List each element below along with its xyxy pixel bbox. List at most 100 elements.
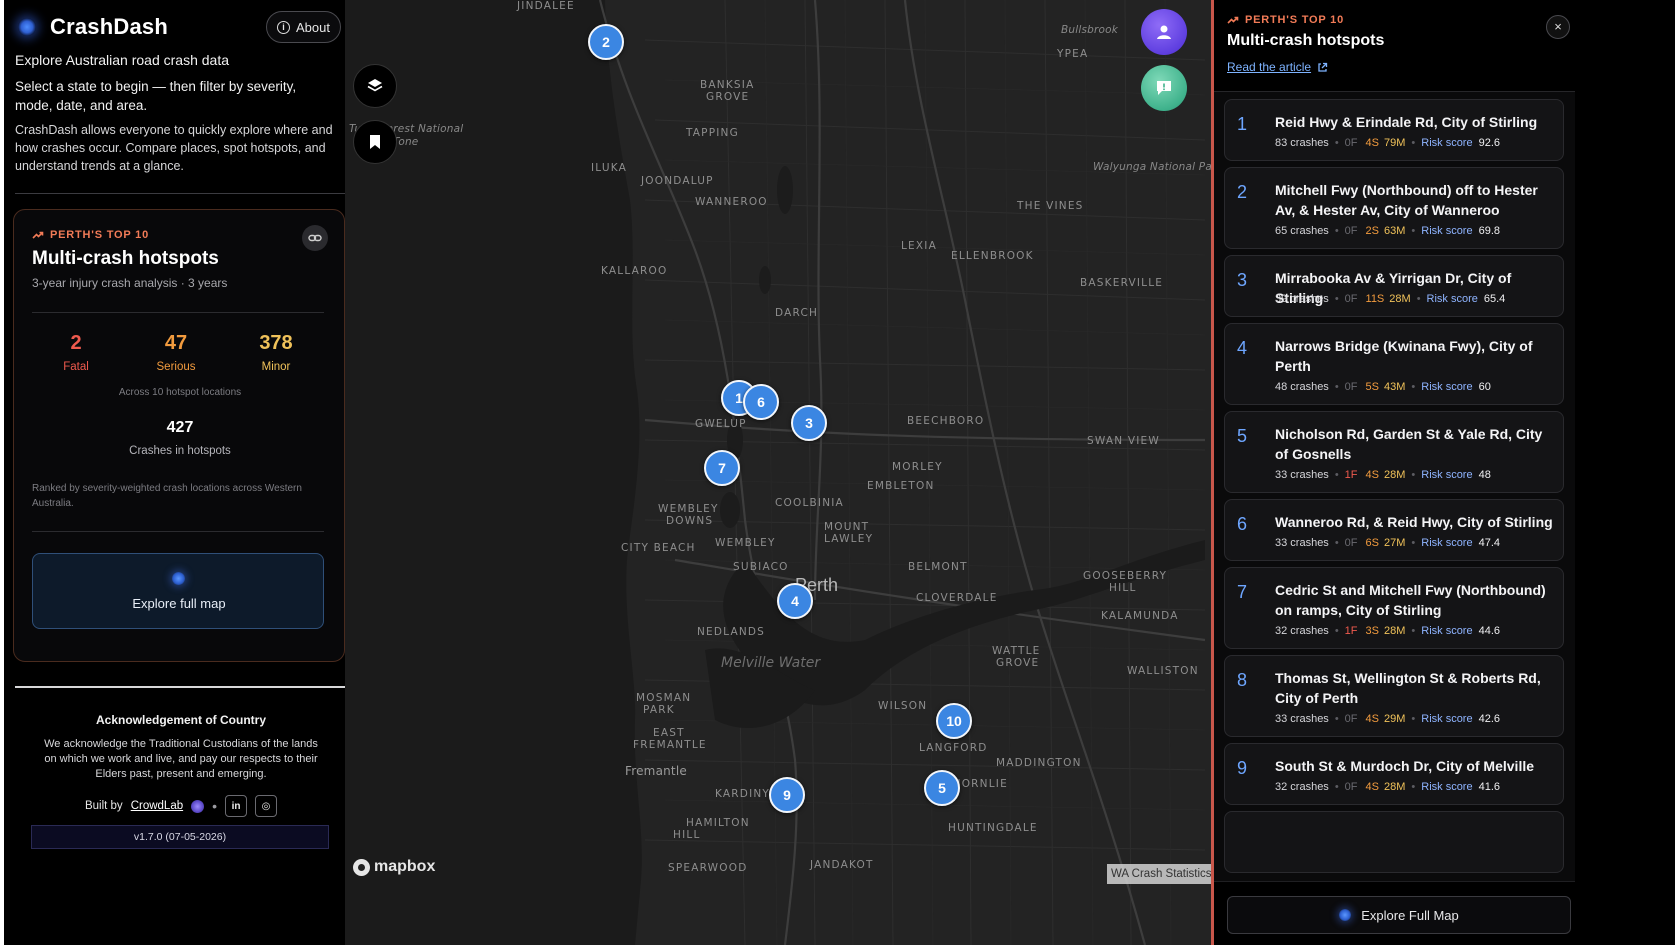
crash-count: 48 crashes [1275, 381, 1329, 393]
serious-count: 4S [1365, 781, 1379, 793]
risk-score-label: Risk score [1421, 537, 1473, 549]
layers-icon [367, 79, 383, 92]
map-label: SUBIACO [733, 561, 789, 573]
hotspot-marker[interactable]: 10 [936, 703, 972, 739]
user-icon [1157, 25, 1171, 39]
map-label: EMBLETON [867, 480, 935, 492]
panel-kicker: PERTH'S TOP 10 [1227, 14, 1344, 26]
map-label: DARCH [775, 307, 819, 319]
map-label: Fremantle [625, 764, 687, 778]
linkedin-icon[interactable]: in [225, 795, 248, 817]
minor-count: 63M [1383, 225, 1406, 237]
hotspot-list[interactable]: 1 Reid Hwy & Erindale Rd, City of Stirli… [1214, 92, 1575, 881]
hotspot-rank: 9 [1237, 758, 1248, 778]
hotspot-item[interactable]: 6 Wanneroo Rd, & Reid Hwy, City of Stirl… [1224, 499, 1564, 561]
bullet: • [1411, 469, 1416, 481]
map-label: SWAN VIEW [1087, 435, 1160, 447]
brand[interactable]: CrashDash [18, 14, 168, 40]
explore-full-map-button[interactable]: Explore full map [32, 553, 324, 629]
map-label: MORLEY [892, 461, 943, 473]
hotspot-item[interactable]: 3 Mirrabooka Av & Yirrigan Dr, City of S… [1224, 255, 1564, 317]
instagram-icon[interactable]: ◎ [255, 795, 278, 817]
map-label: DOWNS [666, 515, 714, 527]
hotspot-item[interactable]: 8 Thomas St, Wellington St & Roberts Rd,… [1224, 655, 1564, 737]
bullet: • [1334, 137, 1339, 149]
map-label: BASKERVILLE [1080, 277, 1164, 289]
crash-count: 33 crashes [1275, 713, 1329, 725]
logo-icon [18, 18, 36, 36]
hotspot-rank: 4 [1237, 338, 1248, 358]
copy-link-button[interactable] [302, 225, 328, 251]
bullet: • [1411, 225, 1416, 237]
hotspot-item[interactable]: 5 Nicholson Rd, Garden St & Yale Rd, Cit… [1224, 411, 1564, 493]
map[interactable]: JINDALEE Bullsbrook YPEA BANKSIA GROVE T… [345, 0, 1211, 945]
stat-value: 2 [70, 332, 82, 354]
hotspot-item[interactable]: 2 Mitchell Fwy (Northbound) off to Heste… [1224, 167, 1564, 249]
map-label: JINDALEE [517, 0, 575, 12]
risk-score-value: 44.6 [1478, 625, 1501, 637]
layers-button[interactable] [353, 64, 397, 108]
intro-text: Select a state to begin — then filter by… [15, 79, 297, 113]
hotspot-marker[interactable]: 4 [777, 583, 813, 619]
serious-count: 4S [1365, 713, 1379, 725]
hotspot-marker[interactable]: 3 [791, 405, 827, 441]
explore-full-map-button[interactable]: Explore Full Map [1227, 896, 1571, 934]
map-label: LANGFORD [919, 742, 988, 754]
stat-minor: 378 Minor [236, 332, 316, 373]
hotspot-meta: 33 crashes • 0F 4S 29M • Risk score 42.6 [1275, 713, 1500, 725]
hotspot-rank: 2 [1237, 182, 1248, 202]
feedback-button[interactable] [1141, 65, 1187, 111]
map-label: WEMBLEY [715, 537, 776, 549]
bookmark-button[interactable] [353, 120, 397, 164]
map-label: THE VINES [1017, 200, 1084, 212]
hotspot-marker[interactable]: 7 [704, 450, 740, 486]
bullet: • [1334, 537, 1339, 549]
built-by-label: Built by [84, 800, 123, 812]
panel-footer: Explore Full Map [1214, 881, 1575, 945]
stat-value: 378 [259, 332, 293, 354]
serious-count: 3S [1365, 625, 1379, 637]
hotspot-marker[interactable]: 5 [924, 770, 960, 806]
hotspot-marker[interactable]: 6 [743, 384, 779, 420]
crash-count: 65 crashes [1275, 225, 1329, 237]
feedback-icon [1157, 81, 1171, 95]
map-label: KALLAROO [601, 265, 668, 277]
about-button[interactable]: i About [266, 11, 341, 43]
risk-score-value: 69.8 [1478, 225, 1501, 237]
crowdlab-link[interactable]: CrowdLab [131, 800, 183, 812]
bullet: • [1334, 713, 1339, 725]
hotspot-item[interactable]: 1 Reid Hwy & Erindale Rd, City of Stirli… [1224, 99, 1564, 161]
acknowledgement-title: Acknowledgement of Country [95, 713, 266, 727]
map-label: LAWLEY [824, 533, 874, 545]
map-label: MOUNT [824, 521, 870, 533]
minor-count: 79M [1383, 137, 1406, 149]
minor-count: 43M [1383, 381, 1406, 393]
bullet: • [1411, 625, 1416, 637]
hotspot-name: Cedric St and Mitchell Fwy (Northbound) … [1275, 582, 1546, 618]
map-label: CITY BEACH [621, 542, 696, 554]
map-label: BELMONT [908, 561, 968, 573]
close-panel-button[interactable]: × [1546, 15, 1570, 39]
minor-count: 29M [1383, 713, 1406, 725]
crash-count: 33 crashes [1275, 469, 1329, 481]
hotspot-marker[interactable]: 9 [769, 777, 805, 813]
hotspot-item[interactable]: 4 Narrows Bridge (Kwinana Fwy), City of … [1224, 323, 1564, 405]
map-label: WILSON [878, 700, 928, 712]
risk-score-value: 60 [1478, 381, 1491, 393]
hotspot-item[interactable]: 9 South St & Murdoch Dr, City of Melvill… [1224, 743, 1564, 805]
hotspot-item[interactable]: 7 Cedric St and Mitchell Fwy (Northbound… [1224, 567, 1564, 649]
map-attribution[interactable]: WA Crash Statistics [1107, 864, 1211, 884]
hotspot-marker[interactable]: 2 [588, 24, 624, 60]
divider [32, 531, 324, 532]
risk-score-label: Risk score [1421, 225, 1473, 237]
app-frame: CrashDash i About Explore Australian roa… [4, 0, 1675, 945]
hotspot-name: Nicholson Rd, Garden St & Yale Rd, City … [1275, 426, 1543, 462]
mapbox-logo[interactable]: mapbox [353, 858, 435, 876]
risk-score-value: 65.4 [1483, 293, 1506, 305]
read-article-link[interactable]: Read the article [1227, 60, 1328, 74]
app-name: CrashDash [50, 14, 168, 39]
trend-up-icon [1227, 16, 1239, 24]
hotspot-rank: 5 [1237, 426, 1248, 446]
account-button[interactable] [1141, 9, 1187, 55]
hotspot-item[interactable] [1224, 811, 1564, 873]
